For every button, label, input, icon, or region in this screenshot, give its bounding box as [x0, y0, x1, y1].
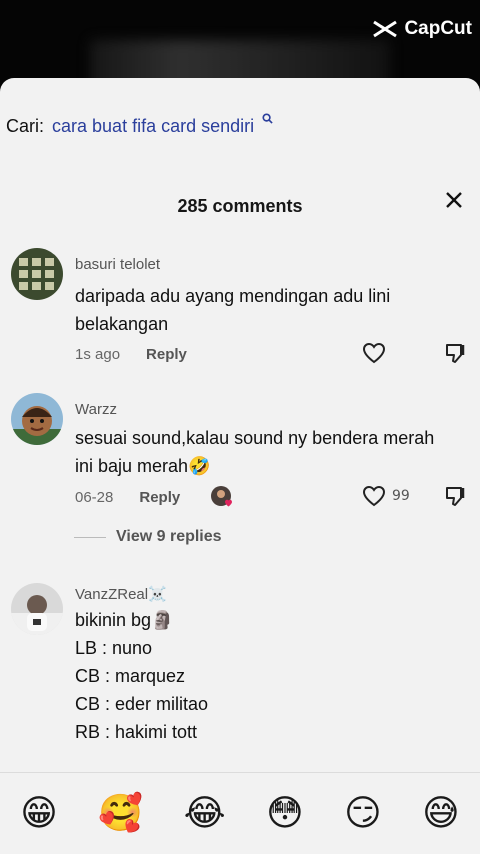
- comment-username[interactable]: VanzZReal☠️: [75, 585, 167, 603]
- search-icon: [262, 113, 273, 124]
- creator-liked-avatar: [211, 486, 232, 507]
- emoji-quick-bar: 😁 🥰 😂 😳 😏 😅: [0, 772, 480, 854]
- comment-text: sesuai sound,kalau sound ny bendera mera…: [75, 428, 435, 476]
- close-icon[interactable]: [442, 188, 466, 212]
- avatar[interactable]: [11, 393, 63, 445]
- like-button[interactable]: [362, 342, 386, 364]
- emoji-smirk[interactable]: 😏: [344, 796, 382, 832]
- view-replies-label: View 9 replies: [116, 528, 222, 545]
- comments-count-title: 285 comments: [177, 196, 303, 216]
- comment-time: 06-28: [75, 489, 114, 506]
- reply-button[interactable]: Reply: [146, 346, 187, 363]
- comment-time: 1s ago: [75, 346, 121, 363]
- like-button[interactable]: 99: [362, 485, 410, 507]
- dislike-icon[interactable]: [444, 485, 468, 507]
- dislike-icon[interactable]: [444, 342, 468, 364]
- comment-username[interactable]: basuri telolet: [75, 256, 160, 273]
- like-count: 99: [392, 488, 410, 504]
- capcut-logo-icon: [373, 20, 398, 38]
- reply-button[interactable]: Reply: [139, 489, 180, 506]
- comment-username[interactable]: Warzz: [75, 401, 117, 418]
- search-label: Cari:: [6, 116, 45, 136]
- comment-text: daripada adu ayang mendingan adu lini be…: [75, 286, 391, 334]
- emoji-joy[interactable]: 😂: [184, 796, 226, 832]
- view-replies-button[interactable]: View 9 replies: [74, 528, 222, 546]
- capcut-brand-text: CapCut: [404, 18, 472, 39]
- heart-icon: [362, 342, 386, 364]
- emoji-flushed[interactable]: 😳: [266, 796, 304, 832]
- emoji-smiling-hearts[interactable]: 🥰: [98, 796, 143, 832]
- comment-text: bikinin bg🗿 LB : nuno CB : marquez CB : …: [75, 610, 209, 742]
- comments-sheet: Cari: cara buat fifa card sendiri 285 co…: [0, 78, 480, 854]
- avatar[interactable]: [11, 248, 63, 300]
- comment-meta: 06-28 Reply: [75, 489, 180, 506]
- emoji-grin[interactable]: 😁: [20, 796, 58, 832]
- divider-line: [74, 536, 106, 538]
- search-query-link[interactable]: cara buat fifa card sendiri: [52, 116, 254, 137]
- comment-meta: 1s ago Reply: [75, 346, 187, 363]
- avatar[interactable]: [11, 583, 63, 635]
- emoji-sweat-smile[interactable]: 😅: [422, 796, 460, 832]
- heart-icon: [362, 485, 386, 507]
- capcut-watermark: CapCut: [372, 18, 472, 40]
- search-suggestion[interactable]: Cari: cara buat fifa card sendiri: [6, 113, 273, 137]
